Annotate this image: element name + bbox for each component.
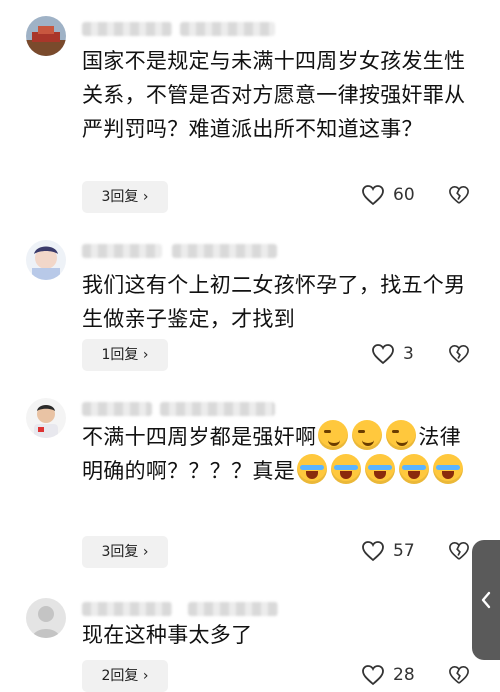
reply-count: 2回复 [101,668,139,684]
comment-text: 现在这种事太多了 [82,623,253,647]
crying-laughing-emoji-icon [365,454,395,484]
reply-count: 3回复 [101,189,139,205]
chevron-right-icon: › [142,189,149,205]
reply-button[interactable]: 3回复 › [82,181,168,213]
comment-item: 我们这有个上初二女孩怀孕了，找五个男生做亲子鉴定，才找到 1回复 › 3 [0,230,500,390]
reply-button[interactable]: 2回复 › [82,660,168,692]
heart-icon [372,344,394,365]
smirk-emoji-icon [352,420,383,450]
like-button[interactable]: 3 [371,343,414,365]
broken-heart-icon[interactable] [448,665,470,685]
avatar[interactable] [26,398,66,438]
chevron-left-icon [481,591,491,609]
comment-text: 不满十四周岁都是强奸啊 法律明确的啊？？？？真是 [82,420,477,488]
broken-heart-icon[interactable] [448,185,470,205]
username-blurred [82,402,152,416]
reply-count: 3回复 [101,544,139,560]
avatar[interactable] [26,240,66,280]
timestamp-blurred [160,402,275,416]
comment-text-part: 不满十四周岁都是强奸啊 [82,425,317,449]
chevron-right-icon: › [142,347,149,363]
heart-icon [362,185,384,206]
username-blurred [82,602,172,616]
like-count: 28 [393,665,415,685]
timestamp-blurred [180,22,275,36]
comment-item: 现在这种事太多了 2回复 › 28 [0,590,500,692]
reply-count: 1回复 [101,347,139,363]
reply-button[interactable]: 1回复 › [82,339,168,371]
like-count: 3 [403,344,414,364]
like-button[interactable]: 60 [361,184,415,206]
chevron-right-icon: › [142,668,149,684]
heart-icon [362,541,384,562]
avatar[interactable] [26,16,66,56]
like-button[interactable]: 57 [361,540,415,562]
broken-heart-icon[interactable] [448,541,470,561]
timestamp-blurred [172,244,277,258]
comment-item: 国家不是规定与未满十四周岁女孩发生性关系，不管是否对方愿意一律按强奸罪从严判罚吗… [0,0,500,230]
reply-button[interactable]: 3回复 › [82,536,168,568]
crying-laughing-emoji-icon [399,454,429,484]
smirk-emoji-icon [386,420,417,450]
broken-heart-icon[interactable] [448,344,470,364]
username-blurred [82,244,162,258]
side-panel-handle[interactable] [472,540,500,660]
username-blurred [82,22,172,36]
comment-text: 我们这有个上初二女孩怀孕了，找五个男生做亲子鉴定，才找到 [82,273,466,331]
like-count: 60 [393,185,415,205]
crying-laughing-emoji-icon [331,454,361,484]
timestamp-blurred [188,602,278,616]
comment-item: 不满十四周岁都是强奸啊 法律明确的啊？？？？真是 3回复 › 57 [0,390,500,590]
chevron-right-icon: › [142,544,149,560]
avatar[interactable] [26,598,66,638]
like-count: 57 [393,541,415,561]
comment-text: 国家不是规定与未满十四周岁女孩发生性关系，不管是否对方愿意一律按强奸罪从严判罚吗… [82,49,466,141]
like-button[interactable]: 28 [361,664,415,686]
heart-icon [362,665,384,686]
smirk-emoji-icon [318,420,349,450]
crying-laughing-emoji-icon [433,454,463,484]
crying-laughing-emoji-icon [297,454,327,484]
